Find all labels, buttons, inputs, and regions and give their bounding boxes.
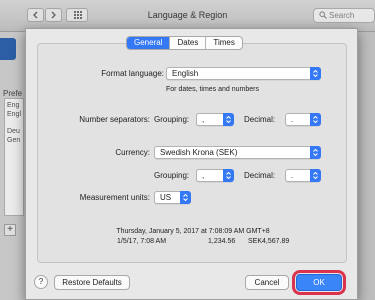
advanced-sheet: Format language: English For dates, time… xyxy=(25,28,358,300)
chevron-up-down-icon xyxy=(313,171,318,180)
ok-button[interactable]: OK xyxy=(292,270,346,295)
preview-currency: SEK4,567.89 xyxy=(248,238,290,245)
settings-panel: Format language: English For dates, time… xyxy=(37,43,347,263)
popup-stepper xyxy=(180,191,191,204)
decimal-label: Decimal: xyxy=(244,115,276,124)
decimal-value: . xyxy=(291,115,294,124)
chevron-up-down-icon xyxy=(226,115,231,124)
chevron-up-down-icon xyxy=(226,171,231,180)
currency-label: Currency: xyxy=(115,148,150,157)
grouping-value: , xyxy=(202,115,205,124)
preview-full-date: Thursday, January 5, 2017 at 7:08:09 AM … xyxy=(116,228,270,235)
popup-stepper xyxy=(223,113,234,126)
measurement-units-label: Measurement units: xyxy=(79,193,150,202)
number-separators-label: Number separators: xyxy=(79,115,150,124)
tab-general[interactable]: General xyxy=(127,37,170,49)
popup-stepper xyxy=(310,113,321,126)
grouping-popup[interactable]: , xyxy=(196,113,234,126)
restore-defaults-button[interactable]: Restore Defaults xyxy=(54,275,130,290)
format-language-label: Format language: xyxy=(101,69,164,78)
currency-decimal-label: Decimal: xyxy=(244,171,276,180)
format-language-value: English xyxy=(172,69,199,78)
cancel-button[interactable]: Cancel xyxy=(245,275,289,290)
popup-stepper xyxy=(310,169,321,182)
currency-decimal-popup[interactable]: . xyxy=(285,169,321,182)
currency-decimal-value: . xyxy=(291,171,294,180)
format-language-popup[interactable]: English xyxy=(166,67,321,80)
chevron-up-down-icon xyxy=(183,193,188,202)
chevron-up-down-icon xyxy=(313,148,318,157)
grouping-label: Grouping: xyxy=(154,115,190,124)
help-button[interactable]: ? xyxy=(34,275,48,289)
preview-short-date: 1/5/17, 7:08 AM xyxy=(117,238,167,245)
tab-times[interactable]: Times xyxy=(205,37,241,49)
tab-bar: General Dates Times xyxy=(126,36,243,50)
measurement-units-popup[interactable]: US xyxy=(154,191,191,204)
popup-stepper xyxy=(223,169,234,182)
currency-grouping-popup[interactable]: , xyxy=(196,169,234,182)
chevron-up-down-icon xyxy=(313,69,318,78)
currency-grouping-value: , xyxy=(202,171,205,180)
measurement-units-value: US xyxy=(160,193,172,202)
currency-grouping-label: Grouping: xyxy=(154,171,190,180)
popup-stepper xyxy=(310,67,321,80)
currency-value: Swedish Krona (SEK) xyxy=(160,148,238,157)
format-language-hint: For dates, times and numbers xyxy=(166,86,259,93)
popup-stepper xyxy=(310,146,321,159)
preview-number: 1,234.56 xyxy=(208,238,236,245)
decimal-popup[interactable]: . xyxy=(285,113,321,126)
chevron-up-down-icon xyxy=(313,115,318,124)
currency-popup[interactable]: Swedish Krona (SEK) xyxy=(154,146,321,159)
tab-dates[interactable]: Dates xyxy=(169,37,205,49)
